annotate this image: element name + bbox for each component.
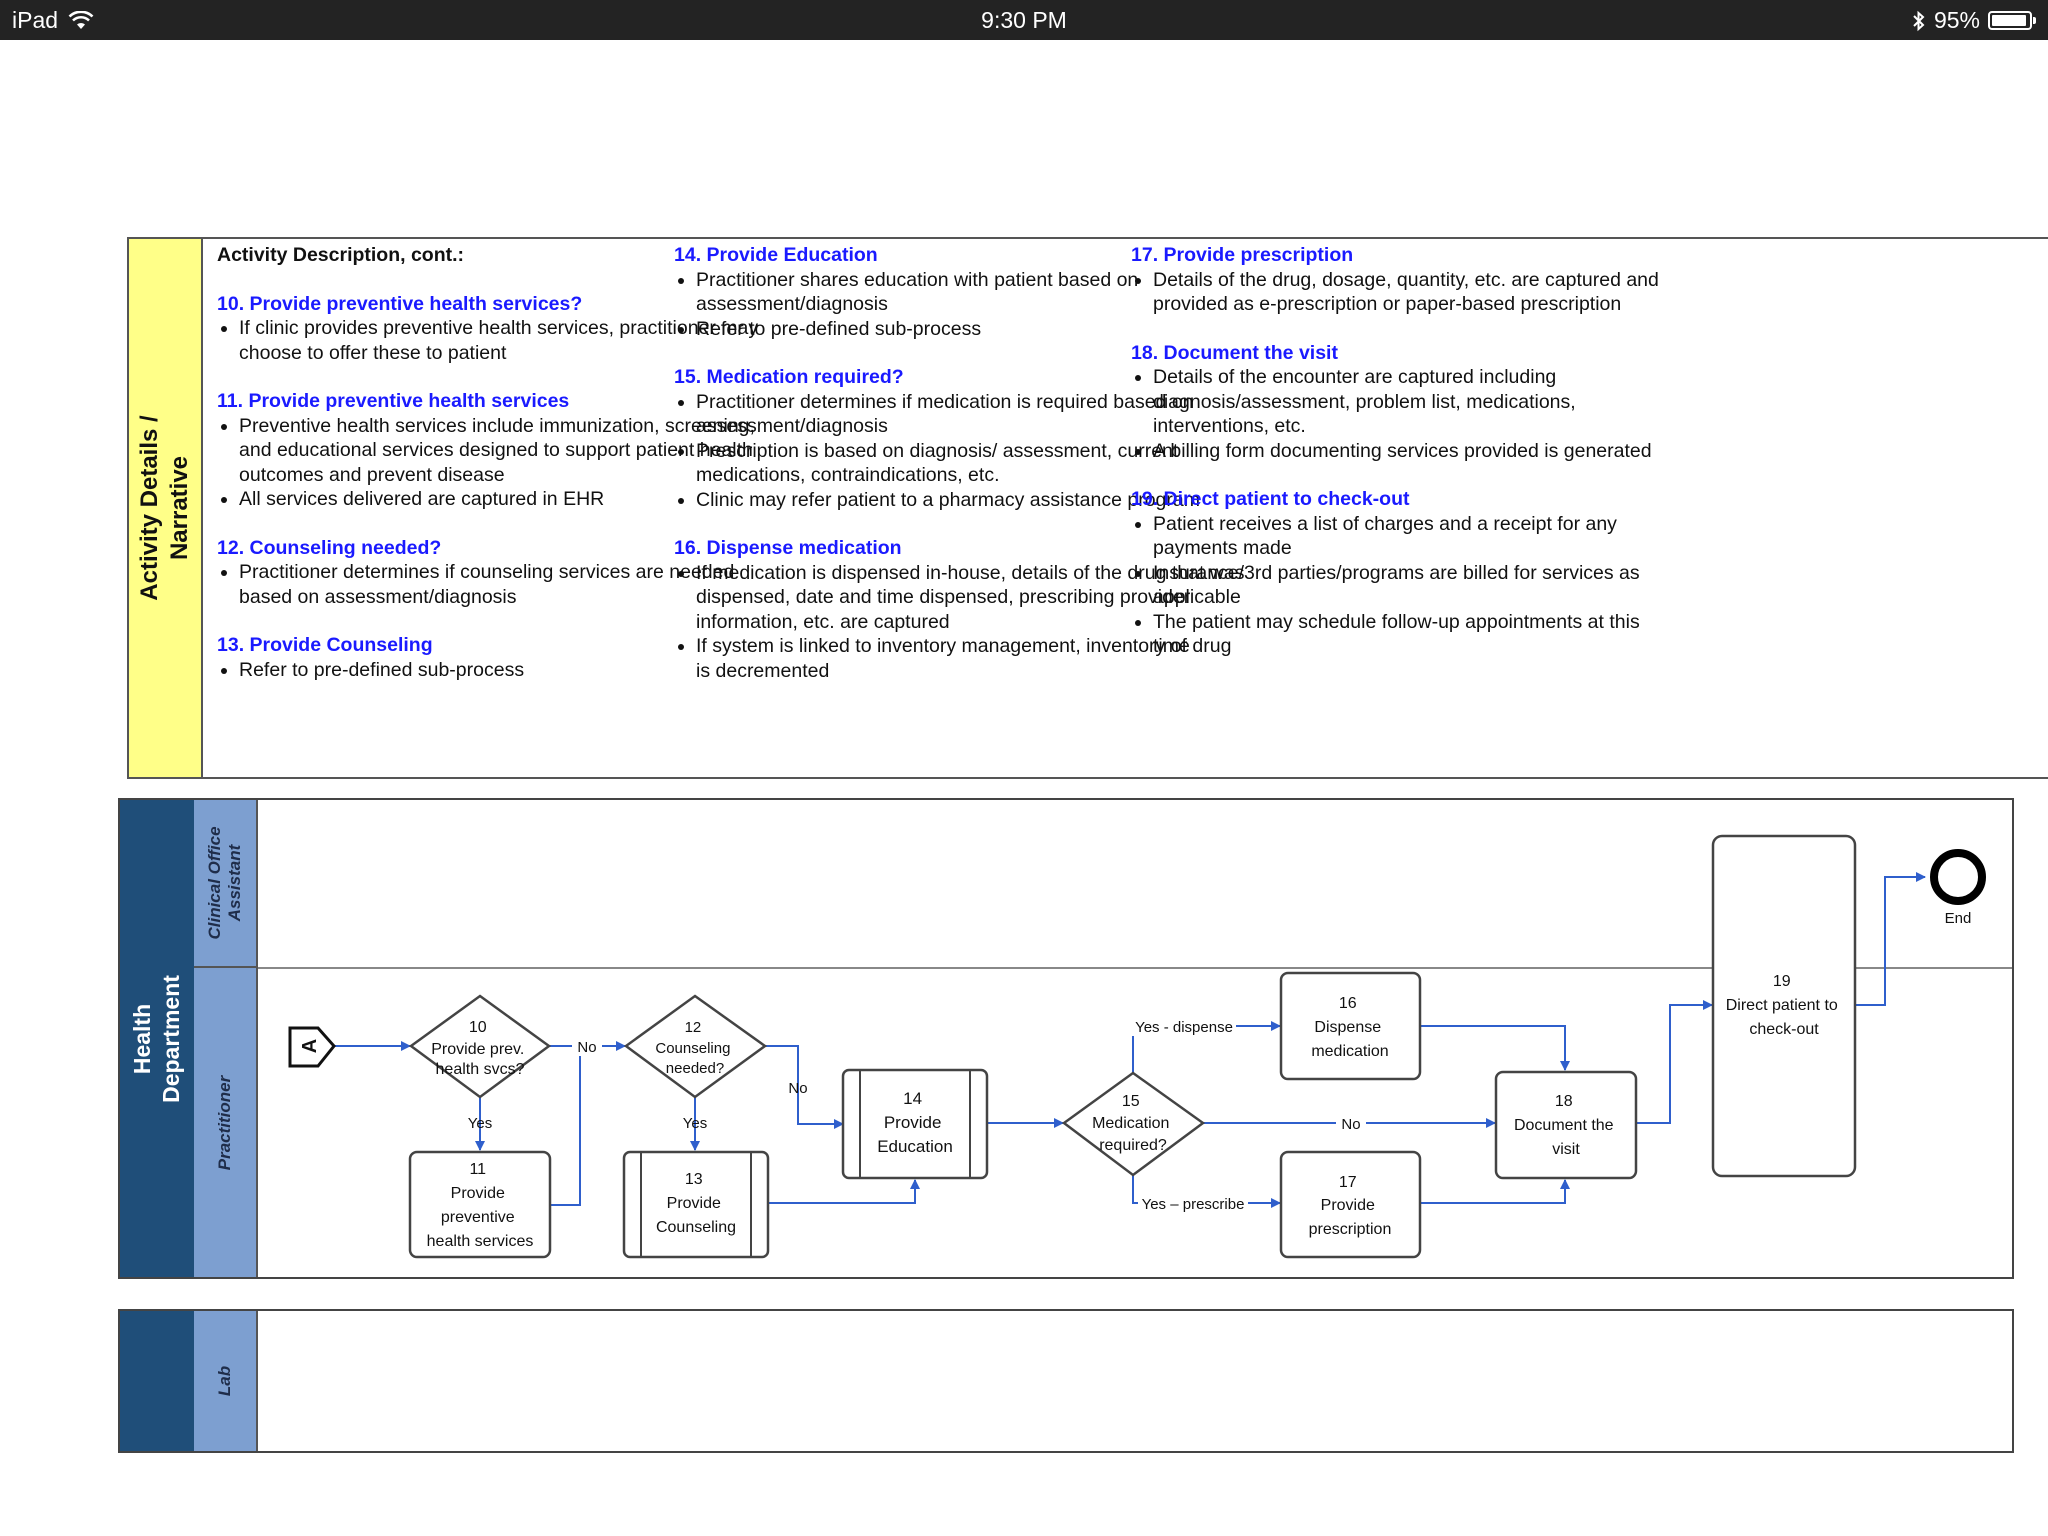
node-label: Direct patient to [1726, 997, 1838, 1014]
task-17: 17 Provide prescription [1279, 1150, 1422, 1259]
node-number: 13 [685, 1171, 703, 1188]
flow-11-to-12 [550, 1046, 581, 1206]
label-yes-10: Yes [468, 1115, 492, 1132]
start-event: A [288, 1026, 336, 1068]
end-event-label: End [1945, 910, 1972, 927]
flow-19-to-end [1855, 872, 1926, 1006]
task-16: 16 Dispense medication [1279, 971, 1422, 1081]
node-label: medication [1311, 1043, 1388, 1060]
node-label: Provide [1321, 1197, 1375, 1214]
flow-17-to-18 [1420, 1179, 1570, 1204]
node-label: Medication [1092, 1115, 1169, 1132]
node-label: Counseling [655, 1040, 730, 1057]
end-event: End [1930, 849, 1986, 927]
node-label: visit [1552, 1141, 1580, 1158]
label-no-15: No [1341, 1116, 1360, 1133]
node-label: Provide [667, 1195, 721, 1212]
node-label: needed? [666, 1060, 724, 1077]
subprocess-14: 14 Provide Education [841, 1068, 989, 1180]
flow-18-to-19 [1636, 1000, 1713, 1124]
node-number: 18 [1555, 1093, 1573, 1110]
gateway-12: 12 Counseling needed? [623, 994, 768, 1099]
flow-16-to-18 [1420, 1025, 1570, 1071]
node-number: 14 [903, 1089, 922, 1108]
node-number: 17 [1339, 1174, 1357, 1191]
node-label: check-out [1749, 1021, 1819, 1038]
node-label: health svcs? [436, 1061, 525, 1078]
node-label: prescription [1309, 1221, 1392, 1238]
subprocess-13: 13 Provide Counseling [622, 1150, 770, 1259]
label-no-12: No [788, 1080, 807, 1097]
node-number: 19 [1773, 973, 1791, 990]
node-number: 12 [685, 1019, 702, 1036]
node-label: health services [427, 1233, 534, 1250]
start-event-glyph: A [299, 1039, 321, 1053]
node-number: 11 [469, 1161, 486, 1178]
node-number: 15 [1122, 1093, 1140, 1110]
label-yes-12: Yes [683, 1115, 707, 1132]
node-label: Document the [1514, 1117, 1614, 1134]
node-label: Provide prev. [431, 1041, 524, 1058]
process-flow-diagram: No Yes No Yes Yes - dispense No Yes – pr… [288, 834, 1986, 1259]
node-label: Provide [884, 1113, 942, 1132]
task-18: 18 Document the visit [1494, 1070, 1638, 1180]
node-number: 10 [469, 1019, 487, 1036]
node-label: Provide [451, 1185, 505, 1202]
node-label: Dispense [1314, 1019, 1381, 1036]
task-19: 19 Direct patient to check-out [1711, 834, 1857, 1178]
flow-13-to-14 [768, 1179, 920, 1204]
node-number: 16 [1339, 995, 1357, 1012]
gateway-15: 15 Medication required? [1061, 1071, 1206, 1177]
label-yes-prescribe: Yes – prescribe [1142, 1196, 1245, 1213]
task-11: 11 Provide preventive health services [408, 1150, 552, 1259]
node-label: Education [877, 1137, 953, 1156]
label-yes-dispense: Yes - dispense [1135, 1019, 1233, 1036]
node-label: preventive [441, 1209, 515, 1226]
gateway-10: 10 Provide prev. health svcs? [408, 994, 552, 1099]
node-label: Counseling [656, 1219, 736, 1236]
node-label: required? [1099, 1137, 1167, 1154]
label-no-10: No [577, 1039, 596, 1056]
